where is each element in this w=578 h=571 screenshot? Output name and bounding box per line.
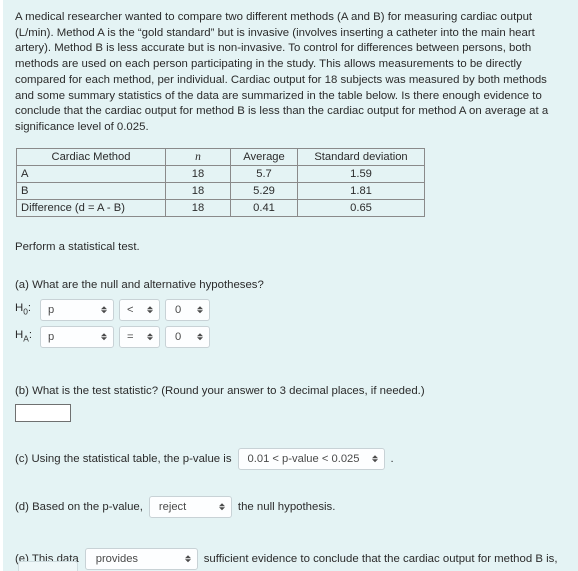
updown-arrows-icon xyxy=(101,332,107,341)
table-row: A 18 5.7 1.59 xyxy=(16,164,425,183)
updown-arrows-icon xyxy=(147,305,153,314)
cell-method: A xyxy=(16,164,166,183)
part-c-label: (c) Using the statistical table, the p-v… xyxy=(15,452,232,465)
part-a-question: (a) What are the null and alternative hy… xyxy=(15,278,264,291)
updown-arrows-icon xyxy=(184,554,191,563)
test-statistic-input[interactable] xyxy=(15,403,71,422)
part-c-row: (c) Using the statistical table, the p-v… xyxy=(15,447,566,470)
alternative-hypothesis-variable-select[interactable]: p xyxy=(40,325,114,348)
table-row: Difference (d = A - B) 18 0.41 0.65 xyxy=(16,198,425,217)
cell-average: 5.29 xyxy=(230,181,298,200)
cell-n: 18 xyxy=(165,198,231,217)
part-e-row-1: (e) This data provides sufficient eviden… xyxy=(15,547,566,570)
alternative-hypothesis-label: HA: xyxy=(15,329,32,344)
cell-method: Difference (d = A - B) xyxy=(16,198,166,217)
reject-decision-select[interactable]: reject xyxy=(148,495,232,518)
evidence-sufficiency-value: provides xyxy=(95,552,139,565)
cell-average: 5.7 xyxy=(230,164,298,183)
alternative-hypothesis-variable-value: p xyxy=(48,330,55,343)
alternative-hypothesis-row: HA: p = 0 xyxy=(15,325,566,348)
header-standard-deviation: Standard deviation xyxy=(297,147,425,166)
table-header-row: Cardiac Method n Average Standard deviat… xyxy=(16,147,425,166)
cell-method: B xyxy=(16,181,166,200)
header-n: n xyxy=(165,147,231,166)
question-page: A medical researcher wanted to compare t… xyxy=(0,0,578,571)
null-hypothesis-operator-select[interactable]: < xyxy=(119,298,160,321)
null-hypothesis-label: H0: xyxy=(15,302,32,317)
null-hypothesis-value-value: 0 xyxy=(175,303,182,316)
reject-decision-value: reject xyxy=(158,500,187,513)
part-d-row: (d) Based on the p-value, reject the nul… xyxy=(15,495,566,518)
null-hypothesis-variable-select[interactable]: p xyxy=(40,298,114,321)
alternative-hypothesis-operator-select[interactable]: = xyxy=(119,325,160,348)
part-b-question: (b) What is the test statistic? (Round y… xyxy=(15,384,425,397)
cell-n: 18 xyxy=(165,164,231,183)
table-row: B 18 5.29 1.81 xyxy=(16,181,425,200)
header-cardiac-method: Cardiac Method xyxy=(16,147,166,166)
null-hypothesis-row: H0: p < 0 xyxy=(15,298,566,321)
alternative-hypothesis-operator-value: = xyxy=(127,330,134,343)
submit-button-partial[interactable] xyxy=(18,561,78,571)
updown-arrows-icon xyxy=(218,502,225,511)
updown-arrows-icon xyxy=(197,305,203,314)
part-c-period: . xyxy=(390,452,394,465)
part-d-label: (d) Based on the p-value, xyxy=(15,500,143,513)
updown-arrows-icon xyxy=(371,454,378,463)
cell-standard-deviation: 1.81 xyxy=(297,181,425,200)
part-e-middle-text: sufficient evidence to conclude that the… xyxy=(203,552,558,565)
null-hypothesis-variable-value: p xyxy=(48,303,55,316)
cell-standard-deviation: 0.65 xyxy=(297,198,425,217)
null-hypothesis-value-select[interactable]: 0 xyxy=(165,298,210,321)
p-value-range-value: 0.01 < p-value < 0.025 xyxy=(247,452,360,465)
alternative-hypothesis-value-value: 0 xyxy=(175,330,182,343)
updown-arrows-icon xyxy=(197,332,203,341)
part-d-suffix: the null hypothesis. xyxy=(237,500,336,513)
summary-statistics-table: Cardiac Method n Average Standard deviat… xyxy=(16,147,425,217)
problem-statement: A medical researcher wanted to compare t… xyxy=(15,11,549,133)
null-hypothesis-operator-value: < xyxy=(127,303,134,316)
evidence-sufficiency-select[interactable]: provides xyxy=(84,547,198,570)
header-average: Average xyxy=(230,147,298,166)
p-value-range-select[interactable]: 0.01 < p-value < 0.025 xyxy=(237,447,385,470)
perform-test-instruction: Perform a statistical test. xyxy=(15,240,140,253)
cell-average: 0.41 xyxy=(230,198,298,217)
alternative-hypothesis-value-select[interactable]: 0 xyxy=(165,325,210,348)
cell-standard-deviation: 1.59 xyxy=(297,164,425,183)
updown-arrows-icon xyxy=(101,305,107,314)
updown-arrows-icon xyxy=(147,332,153,341)
cell-n: 18 xyxy=(165,181,231,200)
